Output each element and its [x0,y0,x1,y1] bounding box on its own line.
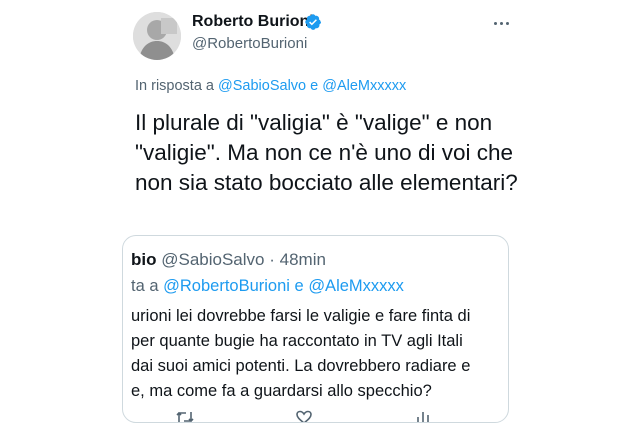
quoted-reply-user-link[interactable]: @RobertoBurioni [163,277,290,295]
quoted-action-bar [123,406,508,423]
reply-user-link[interactable]: @SabioSalvo [218,78,306,94]
quoted-text-line: dai suoi amici potenti. La dovrebbero ra… [131,357,471,375]
reply-context: In risposta a @SabioSalvo e @AleMxxxxx [135,78,406,94]
quoted-text-line: urioni lei dovrebbe farsi le valigie e f… [131,307,471,325]
quoted-author-name: bio [131,250,157,269]
quoted-tweet[interactable]: bio @SabioSalvo · 48min ta a @RobertoBur… [122,235,509,423]
quoted-reply-context: ta a @RobertoBurioni e @AleMxxxxx [131,277,404,296]
quoted-text-line: e, ma come fa a guardarsi allo specchio? [131,382,432,400]
quoted-tweet-header: bio @SabioSalvo · 48min [131,250,326,270]
retweet-icon[interactable] [175,410,195,423]
quoted-reply-user-link[interactable]: @AleMxxxxx [308,277,404,295]
quoted-tweet-text: urioni lei dovrebbe farsi le valigie e f… [131,304,470,404]
more-options-icon[interactable] [488,12,514,34]
author-display-name[interactable]: Roberto Burioni [192,13,314,31]
quoted-reply-joiner: e [294,277,304,295]
quoted-separator: · [269,250,275,269]
verified-badge-icon [305,14,322,30]
reply-user-link[interactable]: @AleMxxxxx [322,78,406,94]
avatar-photo [133,12,181,60]
quoted-text-line: per quante bugie ha raccontato in TV agl… [131,332,463,350]
reply-joiner: e [310,78,319,94]
reply-prefix: In risposta a [135,78,214,94]
quoted-timestamp: 48min [279,250,326,269]
quoted-reply-prefix: ta a [131,277,159,295]
author-avatar[interactable] [133,12,181,60]
like-icon[interactable] [295,410,313,423]
views-icon[interactable] [415,410,433,423]
author-handle[interactable]: @RobertoBurioni [192,35,307,52]
quoted-author-handle: @SabioSalvo [161,250,265,269]
tweet-text: Il plurale di "valigia" è "valige" e non… [135,110,518,195]
